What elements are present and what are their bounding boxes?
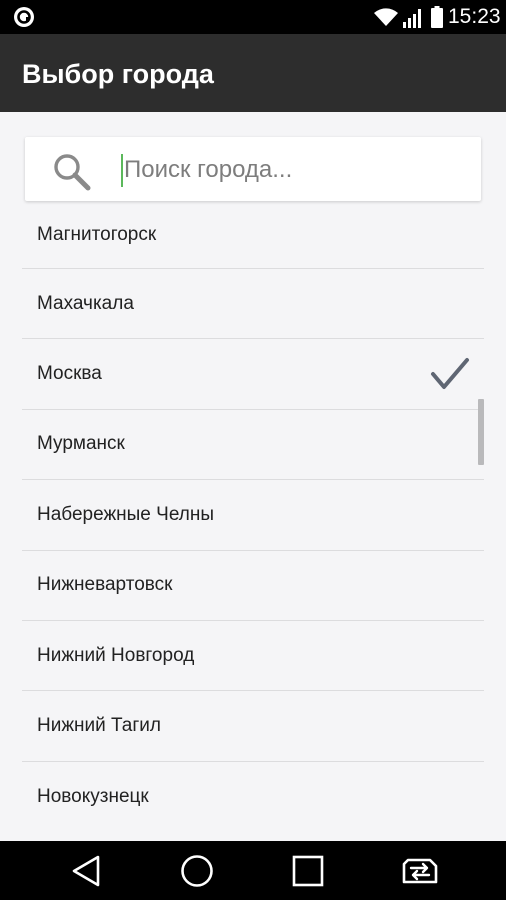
city-list-screen: Магнитогорск Махачкала Москва Мурманск Набер… bbox=[0, 112, 506, 841]
back-icon[interactable] bbox=[68, 853, 104, 889]
city-name: Мурманск bbox=[37, 433, 125, 455]
city-name: Магнитогорск bbox=[37, 223, 157, 245]
city-name: Нижний Тагил bbox=[37, 715, 161, 737]
scrollbar[interactable] bbox=[478, 399, 484, 465]
city-list-item[interactable]: Махачкала bbox=[22, 269, 484, 340]
city-list-item[interactable]: Магнитогорск bbox=[22, 201, 484, 269]
city-list-item[interactable]: Новокузнецк bbox=[22, 762, 484, 832]
navigation-bar bbox=[0, 841, 506, 900]
app-notification-icon bbox=[14, 7, 34, 27]
recents-icon[interactable] bbox=[290, 853, 326, 889]
search-input[interactable] bbox=[124, 151, 464, 189]
city-list: Магнитогорск Махачкала Москва Мурманск Набер… bbox=[22, 201, 484, 832]
status-time: 15:23 bbox=[448, 5, 501, 28]
home-icon[interactable] bbox=[179, 853, 215, 889]
wifi-icon bbox=[374, 8, 398, 26]
city-list-item[interactable]: Нижний Тагил bbox=[22, 691, 484, 762]
city-list-item[interactable]: Набережные Челны bbox=[22, 480, 484, 551]
city-name: Новокузнецк bbox=[37, 785, 149, 807]
signal-icon bbox=[403, 9, 421, 28]
checkmark-icon bbox=[431, 358, 469, 390]
city-name: Набережные Челны bbox=[37, 503, 214, 525]
city-list-item[interactable]: Нижневартовск bbox=[22, 551, 484, 621]
city-list-item[interactable]: Мурманск bbox=[22, 410, 484, 481]
city-name: Нижневартовск bbox=[37, 574, 173, 596]
city-list-item[interactable]: Москва bbox=[22, 339, 484, 410]
search-icon bbox=[54, 154, 91, 191]
city-list-item[interactable]: Нижний Новгород bbox=[22, 621, 484, 692]
city-name: Нижний Новгород bbox=[37, 644, 195, 666]
city-name: Махачкала bbox=[37, 292, 134, 314]
switch-sim-icon[interactable] bbox=[400, 853, 440, 889]
page-title: Выбор города bbox=[22, 59, 214, 89]
city-name: Москва bbox=[37, 363, 102, 385]
text-cursor bbox=[121, 154, 123, 187]
app-bar: Выбор города bbox=[0, 34, 506, 112]
battery-icon bbox=[431, 6, 443, 28]
search-box[interactable] bbox=[25, 137, 481, 201]
status-bar: 15:23 bbox=[0, 0, 506, 34]
